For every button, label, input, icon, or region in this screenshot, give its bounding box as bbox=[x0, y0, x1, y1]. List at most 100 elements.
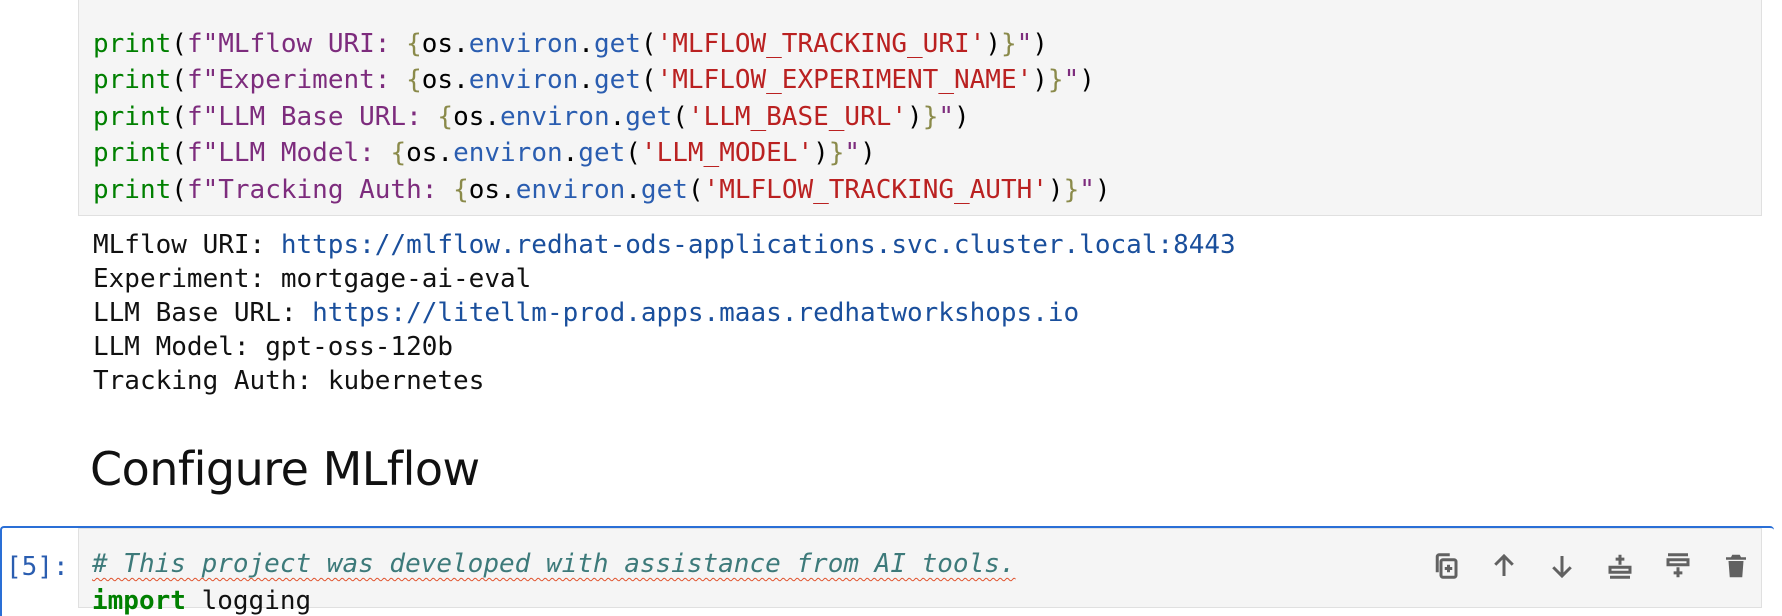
paren: ) bbox=[813, 138, 829, 169]
get-attr: get bbox=[593, 65, 641, 96]
paren: ( bbox=[625, 138, 641, 169]
dot: . bbox=[453, 29, 469, 59]
fstring-label: LLM Model: bbox=[218, 138, 391, 169]
brace: } bbox=[1047, 65, 1064, 96]
env-key-string: 'MLFLOW_TRACKING_AUTH' bbox=[703, 174, 1048, 205]
print-keyword: print bbox=[93, 101, 172, 132]
output-line: Experiment: mortgage-ai-eval bbox=[93, 262, 1236, 296]
brace: { bbox=[406, 29, 422, 59]
os-name: os bbox=[421, 65, 454, 96]
dot: . bbox=[578, 29, 594, 59]
output-label: Tracking Auth: bbox=[93, 366, 328, 396]
paren: ( bbox=[672, 101, 688, 132]
paren: ( bbox=[171, 174, 187, 205]
move-up-icon bbox=[1494, 553, 1514, 576]
insert-below-icon bbox=[1666, 553, 1690, 578]
dot: . bbox=[578, 65, 594, 96]
dot: . bbox=[625, 174, 641, 205]
brace: } bbox=[1000, 29, 1017, 59]
code-line: print(f"Tracking Auth: {os.environ.get('… bbox=[93, 172, 1111, 208]
dot: . bbox=[484, 101, 501, 132]
quote: " bbox=[844, 138, 861, 169]
move-up-button[interactable] bbox=[1486, 548, 1522, 584]
env-key-string: 'MLFLOW_TRACKING_URI' bbox=[656, 29, 986, 59]
quote: " bbox=[1079, 174, 1095, 205]
output-link[interactable]: https://mlflow.redhat-ods-applications.s… bbox=[281, 230, 1236, 260]
paren: ) bbox=[1094, 174, 1111, 205]
code-line: print(f"LLM Model: {os.environ.get('LLM_… bbox=[93, 135, 1111, 171]
brace: { bbox=[390, 138, 407, 169]
output-value: mortgage-ai-eval bbox=[280, 264, 532, 294]
cell-toolbar bbox=[1428, 548, 1754, 584]
os-name: os bbox=[406, 138, 438, 169]
environ-attr: environ bbox=[468, 29, 579, 59]
get-attr: get bbox=[593, 29, 641, 59]
code-line: print(f"LLM Base URL: {os.environ.get('L… bbox=[93, 99, 1111, 135]
quote: " bbox=[1063, 65, 1080, 96]
dot: . bbox=[453, 65, 469, 96]
execution-prompt: [5]: bbox=[6, 552, 69, 582]
quote: " bbox=[1016, 29, 1033, 59]
dot: . bbox=[609, 101, 626, 132]
duplicate-icon bbox=[1435, 553, 1458, 579]
move-down-button[interactable] bbox=[1544, 548, 1580, 584]
os-name: os bbox=[453, 101, 485, 132]
fstring-label: Tracking Auth: bbox=[218, 174, 454, 205]
environ-attr: environ bbox=[453, 138, 563, 169]
get-attr: get bbox=[578, 138, 626, 169]
paren: ) bbox=[860, 138, 876, 169]
environ-attr: environ bbox=[468, 65, 579, 96]
fstring-prefix: f" bbox=[186, 65, 219, 96]
paren: ( bbox=[171, 101, 187, 132]
output-line: MLflow URI: https://mlflow.redhat-ods-ap… bbox=[93, 228, 1236, 262]
dot: . bbox=[437, 138, 454, 169]
paren: ) bbox=[954, 101, 970, 132]
move-down-icon bbox=[1552, 556, 1572, 579]
os-name: os bbox=[468, 174, 501, 205]
output-label: LLM Base URL: bbox=[93, 298, 313, 328]
output-label: MLflow URI: bbox=[93, 230, 281, 260]
env-key-string: 'LLM_BASE_URL' bbox=[687, 101, 908, 132]
delete-icon bbox=[1726, 554, 1746, 578]
markdown-heading: Configure MLflow bbox=[90, 442, 480, 496]
env-key-string: 'MLFLOW_EXPERIMENT_NAME' bbox=[656, 65, 1033, 96]
duplicate-button[interactable] bbox=[1428, 548, 1464, 584]
fstring-prefix: f" bbox=[186, 174, 219, 205]
import-keyword: import bbox=[92, 586, 186, 616]
output-line: LLM Model: gpt-oss-120b bbox=[93, 330, 1236, 364]
code-line: import logging bbox=[92, 586, 311, 616]
print-keyword: print bbox=[93, 174, 172, 205]
code-comment: # This project was developed with assist… bbox=[92, 549, 1016, 579]
code-cell-input[interactable]: print(f"MLflow URI: {os.environ.get('MLF… bbox=[78, 0, 1762, 216]
environ-attr: environ bbox=[515, 174, 626, 205]
paren: ( bbox=[171, 138, 187, 169]
code-line: print(f"MLflow URI: {os.environ.get('MLF… bbox=[93, 26, 1111, 62]
insert-above-button[interactable] bbox=[1602, 548, 1638, 584]
paren: ( bbox=[687, 174, 704, 205]
output-link[interactable]: https://litellm-prod.apps.maas.redhatwor… bbox=[312, 298, 1079, 328]
environ-attr: environ bbox=[500, 101, 610, 132]
paren: ) bbox=[1032, 29, 1048, 59]
quote: " bbox=[938, 101, 955, 132]
delete-button[interactable] bbox=[1718, 548, 1754, 584]
brace: { bbox=[437, 101, 454, 132]
paren: ( bbox=[171, 65, 187, 96]
paren: ) bbox=[1079, 65, 1095, 96]
output-label: Experiment: bbox=[93, 264, 281, 294]
dot: . bbox=[500, 174, 516, 205]
paren: ) bbox=[907, 101, 923, 132]
fstring-prefix: f" bbox=[186, 29, 219, 59]
cell-output: MLflow URI: https://mlflow.redhat-ods-ap… bbox=[93, 228, 1236, 398]
print-keyword: print bbox=[93, 138, 172, 169]
dot: . bbox=[562, 138, 579, 169]
env-key-string: 'LLM_MODEL' bbox=[640, 138, 814, 169]
insert-below-button[interactable] bbox=[1660, 548, 1696, 584]
output-label: LLM Model: bbox=[93, 332, 266, 362]
output-line: Tracking Auth: kubernetes bbox=[93, 364, 1236, 398]
print-keyword: print bbox=[93, 65, 172, 96]
code-line: print(f"Experiment: {os.environ.get('MLF… bbox=[93, 62, 1111, 98]
brace: { bbox=[453, 174, 469, 205]
get-attr: get bbox=[640, 174, 688, 205]
output-value: kubernetes bbox=[327, 366, 485, 396]
paren: ( bbox=[171, 29, 187, 59]
